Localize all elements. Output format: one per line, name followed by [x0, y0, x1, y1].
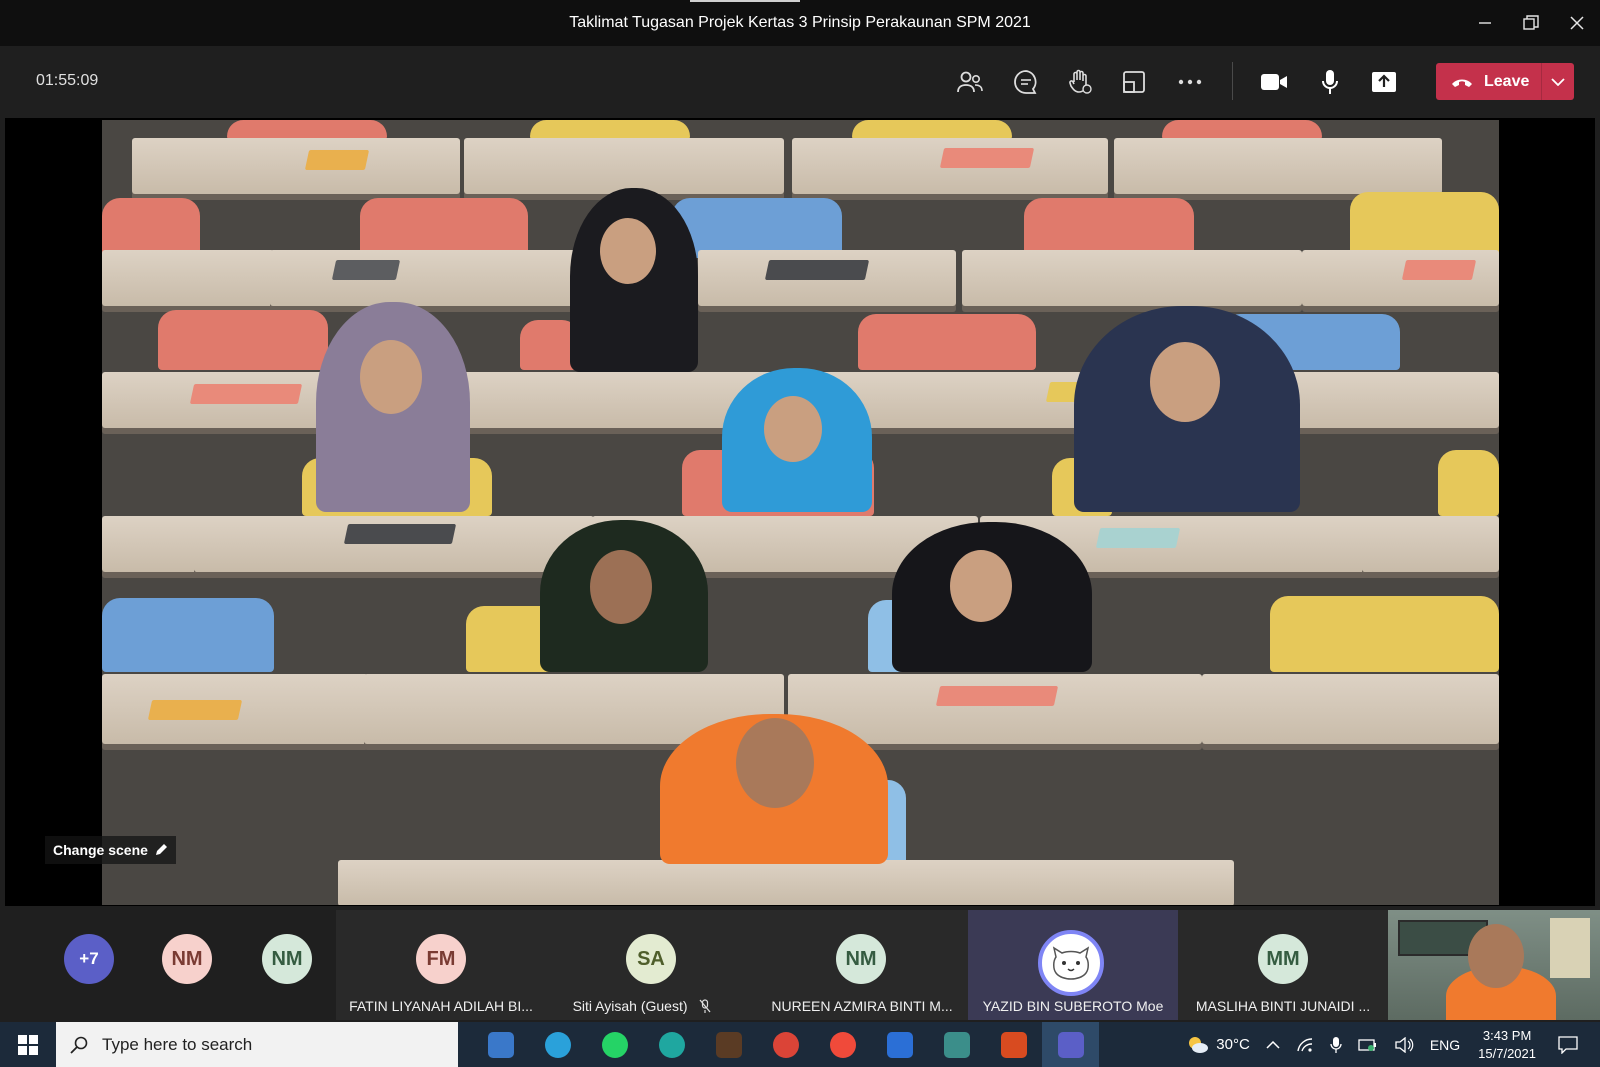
- participant-video: [316, 302, 470, 512]
- rooms-icon[interactable]: [1116, 64, 1152, 100]
- share-icon[interactable]: [1366, 64, 1402, 100]
- mic-muted-icon: [699, 999, 711, 1013]
- leave-label: Leave: [1484, 72, 1530, 90]
- clock-date: 15/7/2021: [1478, 1045, 1536, 1061]
- telegram-icon[interactable]: [529, 1022, 586, 1067]
- meeting-toolbar: 01:55:09 Leave: [0, 46, 1600, 116]
- change-scene-label: Change scene: [53, 842, 148, 858]
- participant-name: FATIN LIYANAH ADILAH BI...: [349, 998, 533, 1014]
- minimize-icon[interactable]: [1462, 0, 1508, 46]
- window-title: Taklimat Tugasan Projek Kertas 3 Prinsip…: [569, 14, 1031, 31]
- windows-start-icon[interactable]: [0, 1022, 56, 1067]
- window-controls: [1462, 0, 1600, 46]
- participant-name: NUREEN AZMIRA BINTI M...: [771, 998, 953, 1014]
- chat-icon[interactable]: [1008, 64, 1044, 100]
- leave-main[interactable]: Leave: [1436, 63, 1542, 100]
- participant-name: MASLIHA BINTI JUNAIDI ...: [1195, 998, 1371, 1014]
- search-placeholder: Type here to search: [102, 1034, 253, 1054]
- chevron-up-icon[interactable]: [1266, 1040, 1280, 1049]
- participant-video: [892, 522, 1092, 672]
- participant-name: Siti Ayisah (Guest): [546, 998, 756, 1014]
- teams-icon[interactable]: [1042, 1022, 1099, 1067]
- close-icon[interactable]: [1554, 0, 1600, 46]
- participant-avatar: FM: [416, 934, 466, 984]
- participant-tile-speaking[interactable]: YAZID BIN SUBEROTO Moe: [968, 910, 1178, 1020]
- raise-hand-icon[interactable]: [1062, 64, 1098, 100]
- leave-button[interactable]: Leave: [1436, 63, 1574, 100]
- title-bar: Taklimat Tugasan Projek Kertas 3 Prinsip…: [0, 0, 1600, 46]
- app-icon[interactable]: [814, 1022, 871, 1067]
- overflow-participants-button[interactable]: +7: [64, 934, 114, 984]
- chess-app-icon[interactable]: [700, 1022, 757, 1067]
- chevron-down-icon[interactable]: [1542, 77, 1574, 86]
- participant-avatar: NM: [836, 934, 886, 984]
- pencil-icon: [155, 844, 167, 855]
- participant-tile[interactable]: MM MASLIHA BINTI JUNAIDI ...: [1178, 910, 1388, 1020]
- cat-avatar-icon: [1038, 930, 1104, 996]
- more-icon[interactable]: [1172, 64, 1208, 100]
- together-mode-scene: [102, 120, 1499, 905]
- clock-time: 3:43 PM: [1482, 1027, 1532, 1043]
- mic-tray-icon[interactable]: [1330, 1036, 1342, 1054]
- participant-tile[interactable]: FM FATIN LIYANAH ADILAH BI...: [336, 910, 546, 1020]
- whiteboard-icon[interactable]: [871, 1022, 928, 1067]
- taskbar-search-input[interactable]: Type here to search: [56, 1022, 458, 1067]
- participant-tile[interactable]: SA Siti Ayisah (Guest): [546, 910, 756, 1020]
- windows-taskbar: Type here to search 30°C ENG 3:43 PM 15/…: [0, 1022, 1600, 1067]
- participant-video: [540, 520, 708, 672]
- system-tray: 30°C ENG 3:43 PM 15/7/2021: [1178, 1022, 1600, 1067]
- battery-icon[interactable]: [1358, 1038, 1378, 1052]
- hang-up-icon: [1452, 79, 1472, 87]
- presenter-video: [660, 714, 888, 864]
- participants-icon[interactable]: [952, 64, 988, 100]
- weather-icon[interactable]: 30°C: [1186, 1033, 1250, 1057]
- meeting-timer: 01:55:09: [36, 72, 99, 89]
- language-indicator[interactable]: ENG: [1430, 1037, 1460, 1053]
- self-view-video[interactable]: [1388, 910, 1600, 1020]
- settings-app-icon[interactable]: [928, 1022, 985, 1067]
- title-accent: [690, 0, 800, 2]
- participant-name: YAZID BIN SUBEROTO Moe: [982, 998, 1164, 1014]
- mic-icon[interactable]: [1312, 64, 1348, 100]
- whatsapp-icon[interactable]: [586, 1022, 643, 1067]
- participant-video: [722, 368, 872, 512]
- camera-icon[interactable]: [1256, 64, 1292, 100]
- participant-avatar: SA: [626, 934, 676, 984]
- notifications-icon[interactable]: [1558, 1035, 1578, 1054]
- chrome-icon[interactable]: [757, 1022, 814, 1067]
- office-icon[interactable]: [985, 1022, 1042, 1067]
- search-icon: [70, 1036, 88, 1054]
- restore-icon[interactable]: [1508, 0, 1554, 46]
- taskbar-apps: [472, 1022, 1099, 1067]
- participant-video: [570, 188, 698, 372]
- toolbar-divider: [1232, 62, 1233, 100]
- participant-avatar[interactable]: NM: [162, 934, 212, 984]
- taskbar-clock[interactable]: 3:43 PM 15/7/2021: [1478, 1027, 1536, 1063]
- volume-icon[interactable]: [1394, 1036, 1414, 1053]
- participant-tile[interactable]: NM NUREEN AZMIRA BINTI M...: [756, 910, 968, 1020]
- task-view-icon[interactable]: [472, 1022, 529, 1067]
- weather-temp: 30°C: [1216, 1036, 1250, 1053]
- wifi-icon[interactable]: [1296, 1037, 1314, 1053]
- change-scene-button[interactable]: Change scene: [45, 836, 176, 864]
- participant-avatar: MM: [1258, 934, 1308, 984]
- participant-avatar[interactable]: NM: [262, 934, 312, 984]
- participant-video: [1074, 306, 1300, 512]
- edge-icon[interactable]: [643, 1022, 700, 1067]
- meeting-stage: Change scene: [5, 118, 1595, 906]
- participant-strip: +7 NM NM FM FATIN LIYANAH ADILAH BI... S…: [0, 910, 1600, 1020]
- participant-name-text: Siti Ayisah (Guest): [572, 998, 688, 1014]
